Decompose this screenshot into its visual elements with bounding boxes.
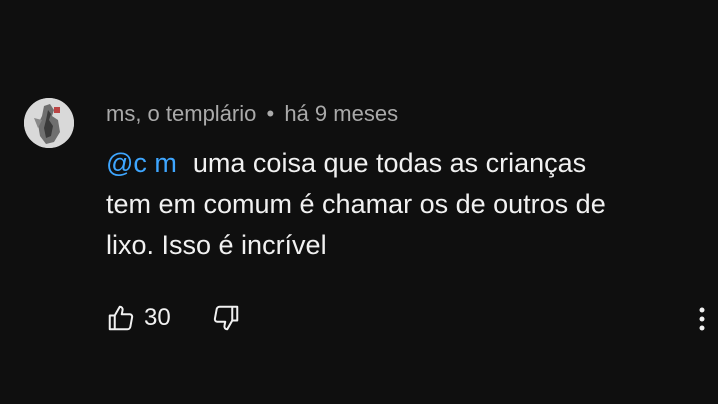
thumb-down-icon	[213, 305, 238, 331]
comment-avatar[interactable]	[24, 98, 74, 148]
comment-timestamp[interactable]: há 9 meses	[284, 101, 398, 126]
more-options-button[interactable]	[694, 305, 710, 335]
more-vertical-icon	[699, 307, 705, 331]
like-button[interactable]: 30	[106, 303, 171, 333]
avatar-image	[24, 98, 74, 148]
comment-actions: 30	[106, 303, 241, 333]
thumb-up-icon	[108, 305, 134, 331]
comment-author[interactable]: ms, o templário	[106, 101, 256, 126]
dislike-button[interactable]	[211, 303, 241, 333]
comment-body: @c m uma coisa que todas as crianças tem …	[106, 143, 706, 266]
comment-text-line-2: tem em comum é chamar os de outros de	[106, 189, 606, 219]
comment-text-line-3: lixo. Isso é incrível	[106, 230, 327, 260]
meta-separator: •	[266, 101, 275, 126]
comment-text-line-1: uma coisa que todas as crianças	[192, 148, 587, 178]
comment-meta: ms, o templário • há 9 meses	[106, 101, 398, 127]
like-count: 30	[144, 304, 171, 331]
mention-link[interactable]: @c m	[106, 148, 177, 178]
